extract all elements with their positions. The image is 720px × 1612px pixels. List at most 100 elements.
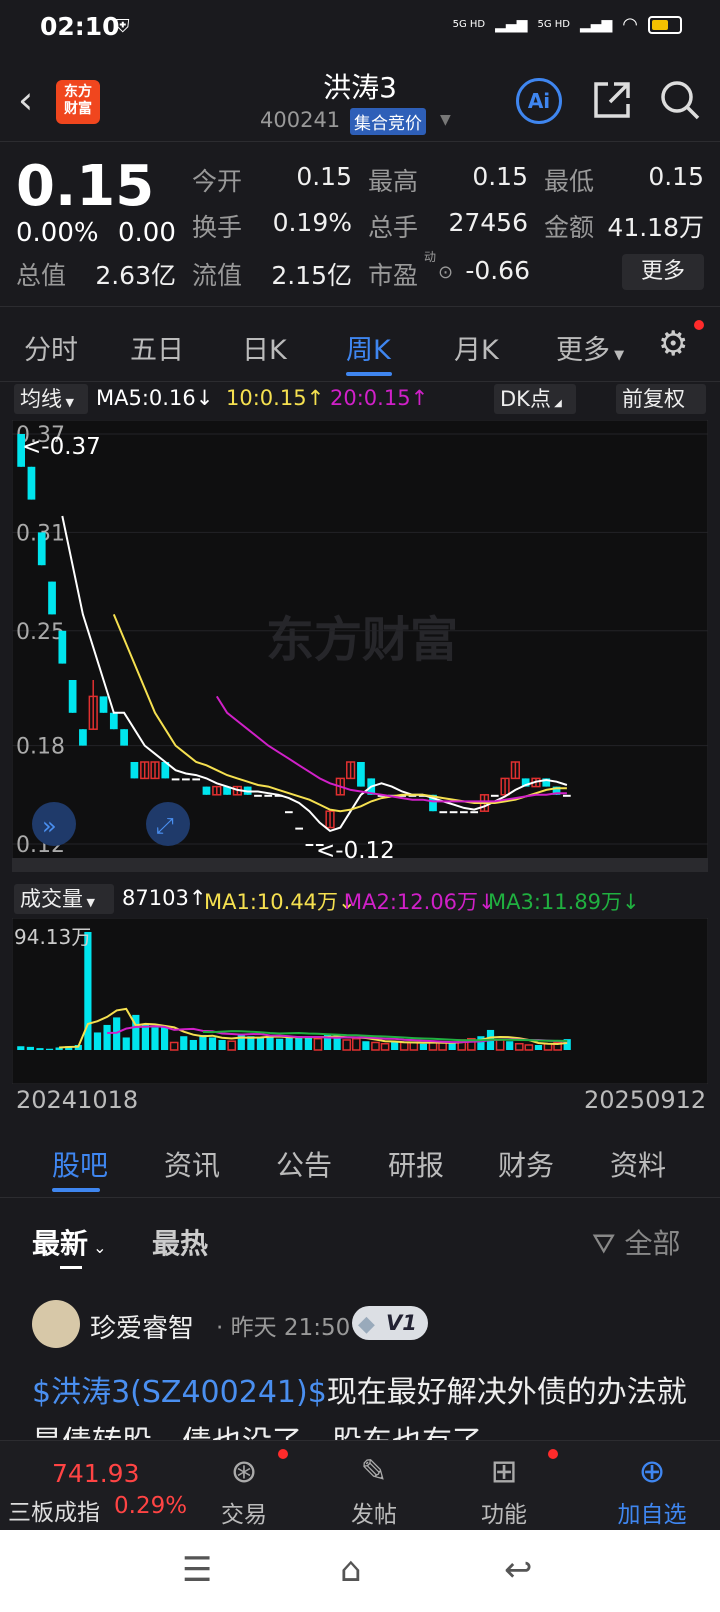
label-turnover: 换手 [192, 213, 243, 242]
tab-intraday[interactable]: 分时 [24, 328, 78, 367]
vol-ma3-label: MA3:11.89万↓ [488, 886, 640, 916]
add-watchlist-button[interactable]: ⊕ 加自选 [602, 1449, 702, 1529]
watermark: 东方财富 [266, 612, 458, 668]
dk-point-toggle[interactable]: DK点 ◢ [494, 384, 576, 414]
tab-daily-k[interactable]: 日K [242, 328, 287, 367]
caret-down-icon: ▼ [610, 348, 625, 363]
volume-dropdown[interactable]: 成交量 ▼ [14, 884, 114, 914]
quote-panel: 0.15 0.00% 0.00 今开 0.15 最高 0.15 最低 0.15 … [0, 142, 720, 307]
candle-body [562, 794, 571, 797]
vol-ma2-label: MA2:12.06万↓ [344, 886, 496, 916]
down-arrow-icon: ↓ [195, 386, 214, 410]
volume-legend: 成交量 ▼ 87103↑ MA1:10.44万↓ MA2:12.06万↓ MA3… [0, 882, 720, 916]
tab-news[interactable]: 资讯 [164, 1144, 220, 1184]
return-icon[interactable]: ↩ [504, 1550, 533, 1590]
menu-icon[interactable]: ☰ [182, 1550, 212, 1590]
volume-bar [218, 1039, 226, 1050]
tab-more[interactable]: 更多 ▼ [556, 328, 624, 367]
ma20-label: 20:0.15↑ [330, 386, 428, 410]
post-item[interactable]: 珍爱睿智 · 昨天 21:50 ◆ V1 $洪涛3(SZ400241)$现在最好解… [0, 1290, 720, 1440]
tab-finance[interactable]: 财务 [498, 1144, 554, 1184]
ai-button[interactable]: Ai [516, 78, 562, 124]
chevron-down-icon[interactable]: ▼ [440, 112, 451, 128]
status-time: 02:10 [40, 12, 120, 41]
status-indicators: 5G HD ▂▄▆ 5G HD ▂▄▆ ◠ [453, 14, 682, 35]
auction-tag: 集合竞价 [350, 108, 426, 135]
candle-body [182, 778, 190, 781]
stock-link[interactable]: $洪涛3(SZ400241)$ [32, 1375, 327, 1410]
trade-dot [278, 1449, 288, 1459]
corner-icon: ◢ [550, 398, 562, 409]
info-icon[interactable]: ⊙ [438, 262, 453, 283]
expand-icon: ⤢ [156, 814, 174, 839]
vol-ma2: MA2:12.06万 [344, 890, 479, 914]
battery-icon [648, 15, 682, 34]
candle-body [357, 762, 365, 787]
kline-chart[interactable]: 东方财富 0.370.310.250.180.12 <-0.37 <-0.12 … [12, 420, 708, 872]
value-total-value: 2.63亿 [95, 261, 176, 290]
more-button[interactable]: 更多 [622, 254, 704, 290]
candle-body [305, 844, 314, 846]
candle-body [58, 630, 67, 664]
vol-ma1-label: MA1:10.44万↓ [204, 886, 356, 916]
volume-bar [26, 1046, 34, 1050]
post-button[interactable]: ✎ 发帖 [324, 1449, 424, 1529]
share-icon[interactable] [592, 80, 632, 120]
up-arrow-icon: ↑ [306, 386, 325, 410]
volume-bar [45, 1048, 54, 1050]
volume-bar [419, 1043, 428, 1050]
indicator-dropdown[interactable]: 均线 ▼ [14, 384, 88, 414]
signal-icon-2: ▂▄▆ [579, 16, 613, 33]
max-price-label: <-0.37 [22, 434, 101, 460]
volume-chart[interactable]: 94.13万 [12, 918, 708, 1084]
tab-profile[interactable]: 资料 [610, 1144, 666, 1184]
index-name[interactable]: 三板成指 [8, 1493, 100, 1527]
end-date: 20250912 [584, 1086, 707, 1114]
sort-indicator [60, 1266, 82, 1269]
index-value[interactable]: 741.93 [52, 1459, 139, 1488]
filter-icon: ⛛ [592, 1227, 616, 1260]
signal-label-1: 5G HD [452, 19, 486, 30]
system-nav-bar: ☰ ⌂ ↩ [0, 1530, 720, 1612]
home-icon[interactable]: ⌂ [340, 1550, 362, 1590]
post-text[interactable]: $洪涛3(SZ400241)$现在最好解决外债的办法就是债转股，债也没了，股东也… [32, 1368, 692, 1440]
volume-bar [304, 1037, 312, 1050]
candle-body [202, 786, 211, 795]
status-bar: 02:10 ⛨ 5G HD ▂▄▆ 5G HD ▂▄▆ ◠ [0, 0, 720, 56]
candle-body [449, 811, 458, 814]
dot-separator: · [216, 1315, 231, 1341]
volume-chart-bg [12, 918, 708, 1084]
double-chevron-icon: » [42, 812, 57, 840]
adjust-toggle[interactable]: 前复权 [616, 384, 706, 414]
candle-body [79, 729, 87, 746]
stock-code: 400241 [260, 108, 341, 132]
tab-research[interactable]: 研报 [388, 1144, 444, 1184]
sort-hot[interactable]: 最热 [152, 1222, 208, 1262]
min-price-label: <-0.12 [316, 838, 395, 864]
filter-button[interactable]: ⛛ 全部 [592, 1222, 680, 1262]
y-tick-label: 0.18 [16, 735, 65, 760]
avatar[interactable] [32, 1300, 80, 1348]
tab-guba[interactable]: 股吧 [52, 1144, 108, 1184]
value-open: 0.15 [296, 162, 352, 191]
tab-announcements[interactable]: 公告 [276, 1144, 332, 1184]
trade-button[interactable]: ⊛ 交易 [194, 1449, 294, 1529]
candle-body [470, 811, 479, 814]
functions-button[interactable]: ⊞ 功能 [454, 1449, 554, 1529]
tab-monthly-k[interactable]: 月K [454, 328, 499, 367]
index-percent: 0.29% [114, 1493, 188, 1519]
post-username[interactable]: 珍爱睿智 [90, 1308, 194, 1345]
candle-body [490, 794, 499, 797]
chevron-down-icon: ⌄ [88, 1238, 107, 1257]
change-amount: 0.00 [118, 218, 176, 248]
volume-bar [180, 1036, 188, 1050]
filter-label: 全部 [624, 1227, 681, 1260]
stock-header: ‹ 东方 财富 洪涛3 400241 集合竞价 ▼ Ai [0, 58, 720, 142]
vol-ma1: MA1:10.44万 [204, 890, 339, 914]
grid-icon: ⊞ [490, 1452, 518, 1490]
gear-icon[interactable]: ⚙ [658, 324, 688, 364]
search-icon[interactable] [658, 78, 702, 122]
tab-five-day[interactable]: 五日 [130, 328, 184, 367]
tab-weekly-k[interactable]: 周K [346, 328, 391, 367]
sort-latest[interactable]: 最新 ⌄ [32, 1222, 107, 1262]
